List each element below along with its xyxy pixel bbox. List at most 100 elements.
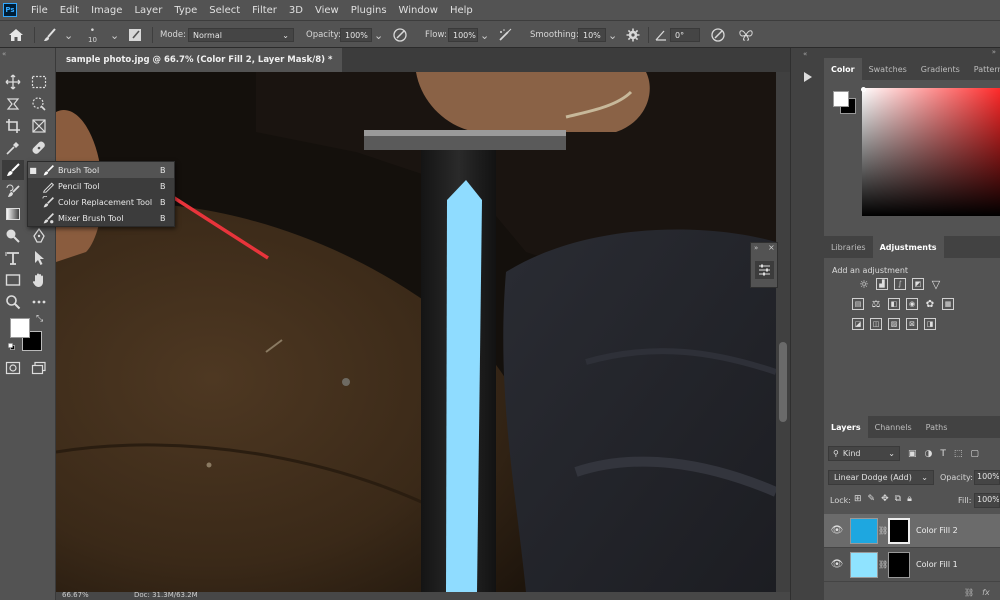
document-tab[interactable]: sample photo.jpg @ 66.7% (Color Fill 2, … — [56, 48, 343, 72]
tab-swatches[interactable]: Swatches — [862, 58, 914, 80]
flow-input[interactable]: 100% — [448, 28, 478, 42]
mode-dropdown[interactable]: Normal ⌄ — [188, 28, 294, 42]
menu-select[interactable]: Select — [203, 5, 246, 16]
smoothing-chevron-icon[interactable]: ⌄ — [608, 21, 617, 49]
opacity-chevron-icon[interactable]: ⌄ — [374, 21, 383, 49]
fx-icon[interactable]: fx — [982, 588, 990, 597]
zoom-level[interactable]: 66.67% — [62, 591, 89, 599]
brush-tool[interactable] — [2, 160, 24, 180]
layer-thumbnail[interactable] — [850, 517, 878, 544]
collapse-double-chevron-icon[interactable]: » — [992, 48, 996, 56]
flyout-item-pencil-tool[interactable]: Pencil Tool B — [28, 178, 174, 194]
black-white-icon[interactable]: ◧ — [888, 298, 900, 310]
flyout-item-brush-tool[interactable]: ■ Brush Tool B — [28, 162, 174, 178]
filter-adjustment-icon[interactable]: ◑ — [925, 449, 933, 459]
flyout-item-color-replacement-tool[interactable]: Color Replacement Tool B — [28, 194, 174, 210]
curves-icon[interactable]: ∫ — [894, 278, 906, 290]
brush-size-chevron-icon[interactable]: ⌄ — [110, 21, 119, 49]
filter-smart-object-icon[interactable]: ▢ — [970, 449, 979, 459]
visibility-eye-icon[interactable]: 👁︎ — [824, 559, 850, 570]
link-layers-icon[interactable]: ⛓︎ — [964, 588, 974, 597]
brush-preset-icon[interactable] — [42, 21, 58, 49]
brush-picker-chevron-icon[interactable]: ⌄ — [64, 21, 73, 49]
default-colors-icon[interactable] — [8, 343, 15, 350]
path-selection-tool[interactable] — [28, 248, 50, 268]
brush-size-indicator[interactable]: • 10 — [88, 21, 97, 49]
opacity-input[interactable]: 100% — [340, 28, 372, 42]
pressure-size-button[interactable] — [710, 21, 726, 49]
layer-opacity-input[interactable]: 100% — [974, 470, 1000, 485]
vertical-scrollbar[interactable] — [776, 72, 790, 592]
lock-transparent-pixels-icon[interactable]: ⊞ — [854, 494, 862, 504]
menu-help[interactable]: Help — [444, 5, 479, 16]
actions-play-button[interactable] — [795, 64, 821, 90]
screen-mode-button[interactable] — [28, 358, 50, 378]
threshold-icon[interactable]: ▨ — [888, 318, 900, 330]
layer-mask-thumbnail[interactable] — [888, 551, 910, 578]
brush-angle-input[interactable]: 0° — [670, 28, 700, 42]
properties-panel-button[interactable] — [755, 261, 774, 279]
swap-colors-icon[interactable]: ⤡ — [36, 314, 43, 324]
scrollbar-thumb[interactable] — [779, 342, 787, 422]
tab-adjustments[interactable]: Adjustments — [872, 236, 944, 258]
hue-saturation-icon[interactable]: ▤ — [852, 298, 864, 310]
quick-mask-button[interactable] — [2, 358, 24, 378]
menu-filter[interactable]: Filter — [246, 5, 283, 16]
smoothing-options-button[interactable] — [626, 21, 640, 49]
photo-filter-icon[interactable]: ◉ — [906, 298, 918, 310]
healing-brush-tool[interactable] — [28, 138, 50, 158]
tab-paths[interactable]: Paths — [919, 416, 955, 438]
pen-tool[interactable] — [28, 226, 50, 246]
lasso-tool[interactable] — [2, 94, 24, 114]
menu-layer[interactable]: Layer — [128, 5, 168, 16]
collapse-double-chevron-icon[interactable]: « — [803, 50, 807, 58]
layer-row-color-fill-2[interactable]: 👁︎ ⛓︎ Color Fill 2 — [824, 514, 1000, 548]
lock-position-icon[interactable]: ✥ — [881, 494, 889, 504]
fill-input[interactable]: 100% — [974, 493, 1000, 508]
filter-type-icon[interactable]: T — [940, 449, 946, 459]
posterize-icon[interactable]: ◫ — [870, 318, 882, 330]
edit-toolbar-button[interactable] — [28, 292, 50, 312]
eyedropper-tool[interactable] — [2, 138, 24, 158]
rectangular-marquee-tool[interactable] — [28, 72, 50, 92]
filter-shape-icon[interactable]: ⬚ — [954, 449, 963, 459]
menu-view[interactable]: View — [309, 5, 345, 16]
collapse-double-chevron-icon[interactable]: « — [2, 50, 6, 58]
visibility-eye-icon[interactable]: 👁︎ — [824, 525, 850, 536]
type-tool[interactable] — [2, 248, 24, 268]
menu-3d[interactable]: 3D — [283, 5, 309, 16]
color-lookup-icon[interactable]: ▦ — [942, 298, 954, 310]
layer-mask-thumbnail[interactable] — [888, 517, 910, 544]
filter-pixel-icon[interactable]: ▣ — [908, 449, 917, 459]
selective-color-icon[interactable]: ⊠ — [906, 318, 918, 330]
flyout-item-mixer-brush-tool[interactable]: Mixer Brush Tool B — [28, 210, 174, 226]
layer-name[interactable]: Color Fill 2 — [916, 526, 958, 535]
brightness-contrast-icon[interactable]: ☼ — [858, 278, 870, 291]
menu-file[interactable]: File — [25, 5, 54, 16]
brush-settings-panel-button[interactable] — [128, 21, 142, 49]
menu-plugins[interactable]: Plugins — [345, 5, 393, 16]
pressure-opacity-button[interactable] — [392, 21, 408, 49]
rectangle-tool[interactable] — [2, 270, 24, 290]
crop-tool[interactable] — [2, 116, 24, 136]
menu-edit[interactable]: Edit — [54, 5, 85, 16]
object-selection-tool[interactable] — [28, 94, 50, 114]
airbrush-button[interactable] — [497, 21, 513, 49]
tab-gradients[interactable]: Gradients — [914, 58, 967, 80]
lock-all-icon[interactable]: 🔒︎ — [907, 494, 912, 504]
color-picker-field[interactable] — [862, 88, 1000, 216]
close-icon[interactable]: × — [768, 243, 775, 252]
symmetry-button[interactable] — [738, 21, 754, 49]
tab-color[interactable]: Color — [824, 58, 862, 80]
color-panel-foreground-swatch[interactable] — [833, 91, 849, 107]
exposure-icon[interactable]: ◩ — [912, 278, 924, 290]
layer-row-color-fill-1[interactable]: 👁︎ ⛓︎ Color Fill 1 — [824, 548, 1000, 582]
canvas[interactable] — [56, 72, 776, 592]
tab-channels[interactable]: Channels — [868, 416, 919, 438]
tab-libraries[interactable]: Libraries — [824, 236, 873, 258]
menu-window[interactable]: Window — [393, 5, 444, 16]
layer-thumbnail[interactable] — [850, 551, 878, 578]
dodge-tool[interactable] — [2, 226, 24, 246]
foreground-color-swatch[interactable] — [10, 318, 30, 338]
home-button[interactable] — [8, 21, 24, 49]
